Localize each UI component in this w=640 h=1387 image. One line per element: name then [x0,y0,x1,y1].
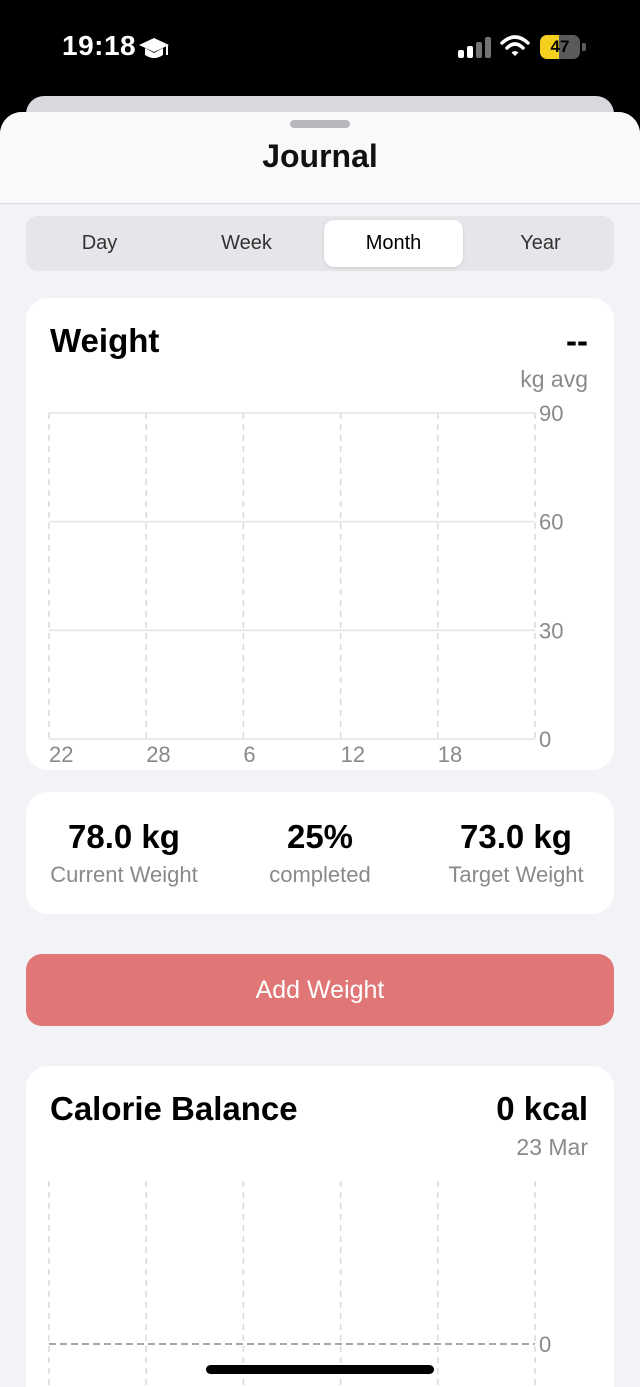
weight-card[interactable]: Weight -- kg avg 90 60 30 0 22 28 6 12 18 [26,298,614,770]
weight-y-tick-label: 30 [539,618,563,643]
status-bar: 19:18 47 [0,0,640,96]
target-weight-stat: 73.0 kg Target Weight [418,792,614,888]
segment-year[interactable]: Year [467,216,614,271]
weight-stats-card: 78.0 kg Current Weight 25% completed 73.… [26,792,614,914]
weight-x-tick-label: 6 [243,742,255,767]
battery-level: 47 [550,37,570,56]
add-weight-button[interactable]: Add Weight [26,954,614,1026]
progress-label: completed [269,862,371,887]
wifi-icon [500,34,530,63]
segment-month[interactable]: Month [324,220,463,267]
journal-sheet: Journal Day Week Month Year Weight -- kg… [0,112,640,1387]
home-indicator[interactable] [206,1365,434,1374]
signal-icon [458,36,491,58]
progress-stat: 25% completed [222,792,418,888]
current-weight-label: Current Weight [50,862,198,887]
status-time: 19:18 [62,30,137,61]
target-weight-value: 73.0 kg [460,818,572,855]
sheet-grabber[interactable] [290,120,350,128]
current-weight-value: 78.0 kg [68,818,180,855]
battery-icon: 47 [540,35,586,59]
weight-x-tick-label: 18 [438,742,462,767]
sheet-header: Journal [0,112,640,204]
graduation-cap-icon [138,36,170,67]
weight-x-tick-label: 28 [146,742,170,767]
calorie-balance-card[interactable]: Calorie Balance 0 kcal 23 Mar 0 [26,1066,614,1387]
period-segmented-control: Day Week Month Year [26,216,614,271]
weight-y-tick-label: 60 [539,510,563,535]
weight-y-tick-label: 0 [539,727,551,752]
calorie-y-tick-label: 0 [539,1332,551,1357]
current-weight-stat: 78.0 kg Current Weight [26,792,222,888]
weight-x-tick-label: 12 [341,742,365,767]
page-title: Journal [262,138,378,174]
weight-x-tick-label: 22 [49,742,73,767]
target-weight-label: Target Weight [448,862,584,887]
segment-week[interactable]: Week [173,216,320,271]
segment-day[interactable]: Day [26,216,173,271]
progress-value: 25% [286,818,354,855]
weight-y-tick-label: 90 [539,401,563,426]
